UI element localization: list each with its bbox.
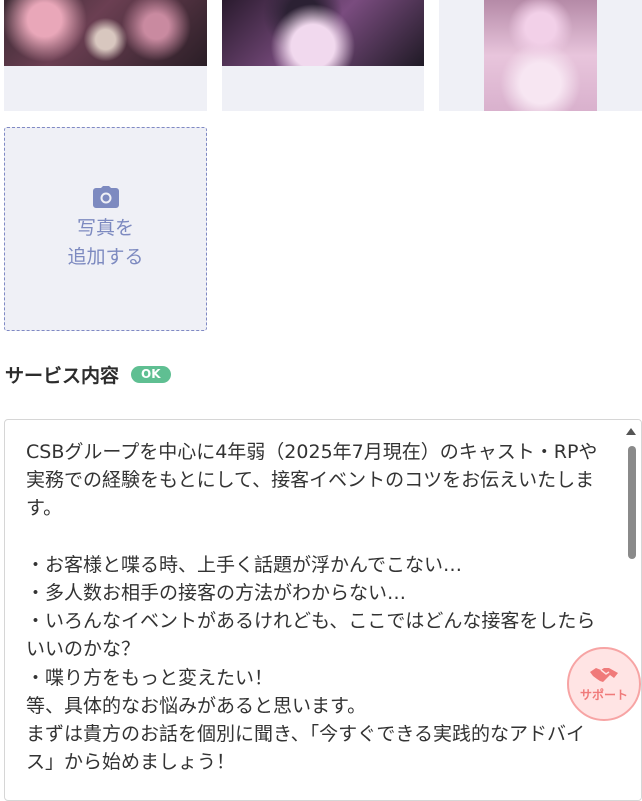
photo-image bbox=[484, 0, 597, 111]
service-section-header: サービス内容 OK bbox=[5, 361, 171, 388]
photo-thumbnail-1[interactable] bbox=[4, 0, 207, 111]
scroll-thumb[interactable] bbox=[628, 446, 636, 559]
service-description-textarea[interactable]: CSBグループを中心に4年弱（2025年7月現在）のキャスト・RPや実務での経験… bbox=[4, 419, 642, 801]
camera-icon bbox=[92, 186, 119, 208]
scroll-up-arrow-icon[interactable] bbox=[626, 428, 636, 435]
add-photo-button[interactable]: 写真を 追加する bbox=[4, 127, 207, 331]
add-photo-label-line2: 追加する bbox=[67, 246, 144, 268]
photo-thumbnail-2[interactable] bbox=[222, 0, 424, 111]
textarea-scrollbar[interactable] bbox=[624, 420, 641, 800]
service-title: サービス内容 bbox=[5, 365, 120, 387]
add-photo-label-line1: 写真を bbox=[76, 217, 134, 239]
service-description-text: CSBグループを中心に4年弱（2025年7月現在）のキャスト・RPや実務での経験… bbox=[26, 441, 598, 774]
handshake-icon bbox=[590, 667, 618, 682]
support-button[interactable]: サポート bbox=[567, 647, 641, 721]
photo-thumbnail-3[interactable] bbox=[439, 0, 642, 111]
ok-status-badge: OK bbox=[131, 366, 171, 383]
photo-image bbox=[222, 0, 424, 66]
photo-image bbox=[4, 0, 207, 66]
support-label: サポート bbox=[579, 687, 628, 702]
